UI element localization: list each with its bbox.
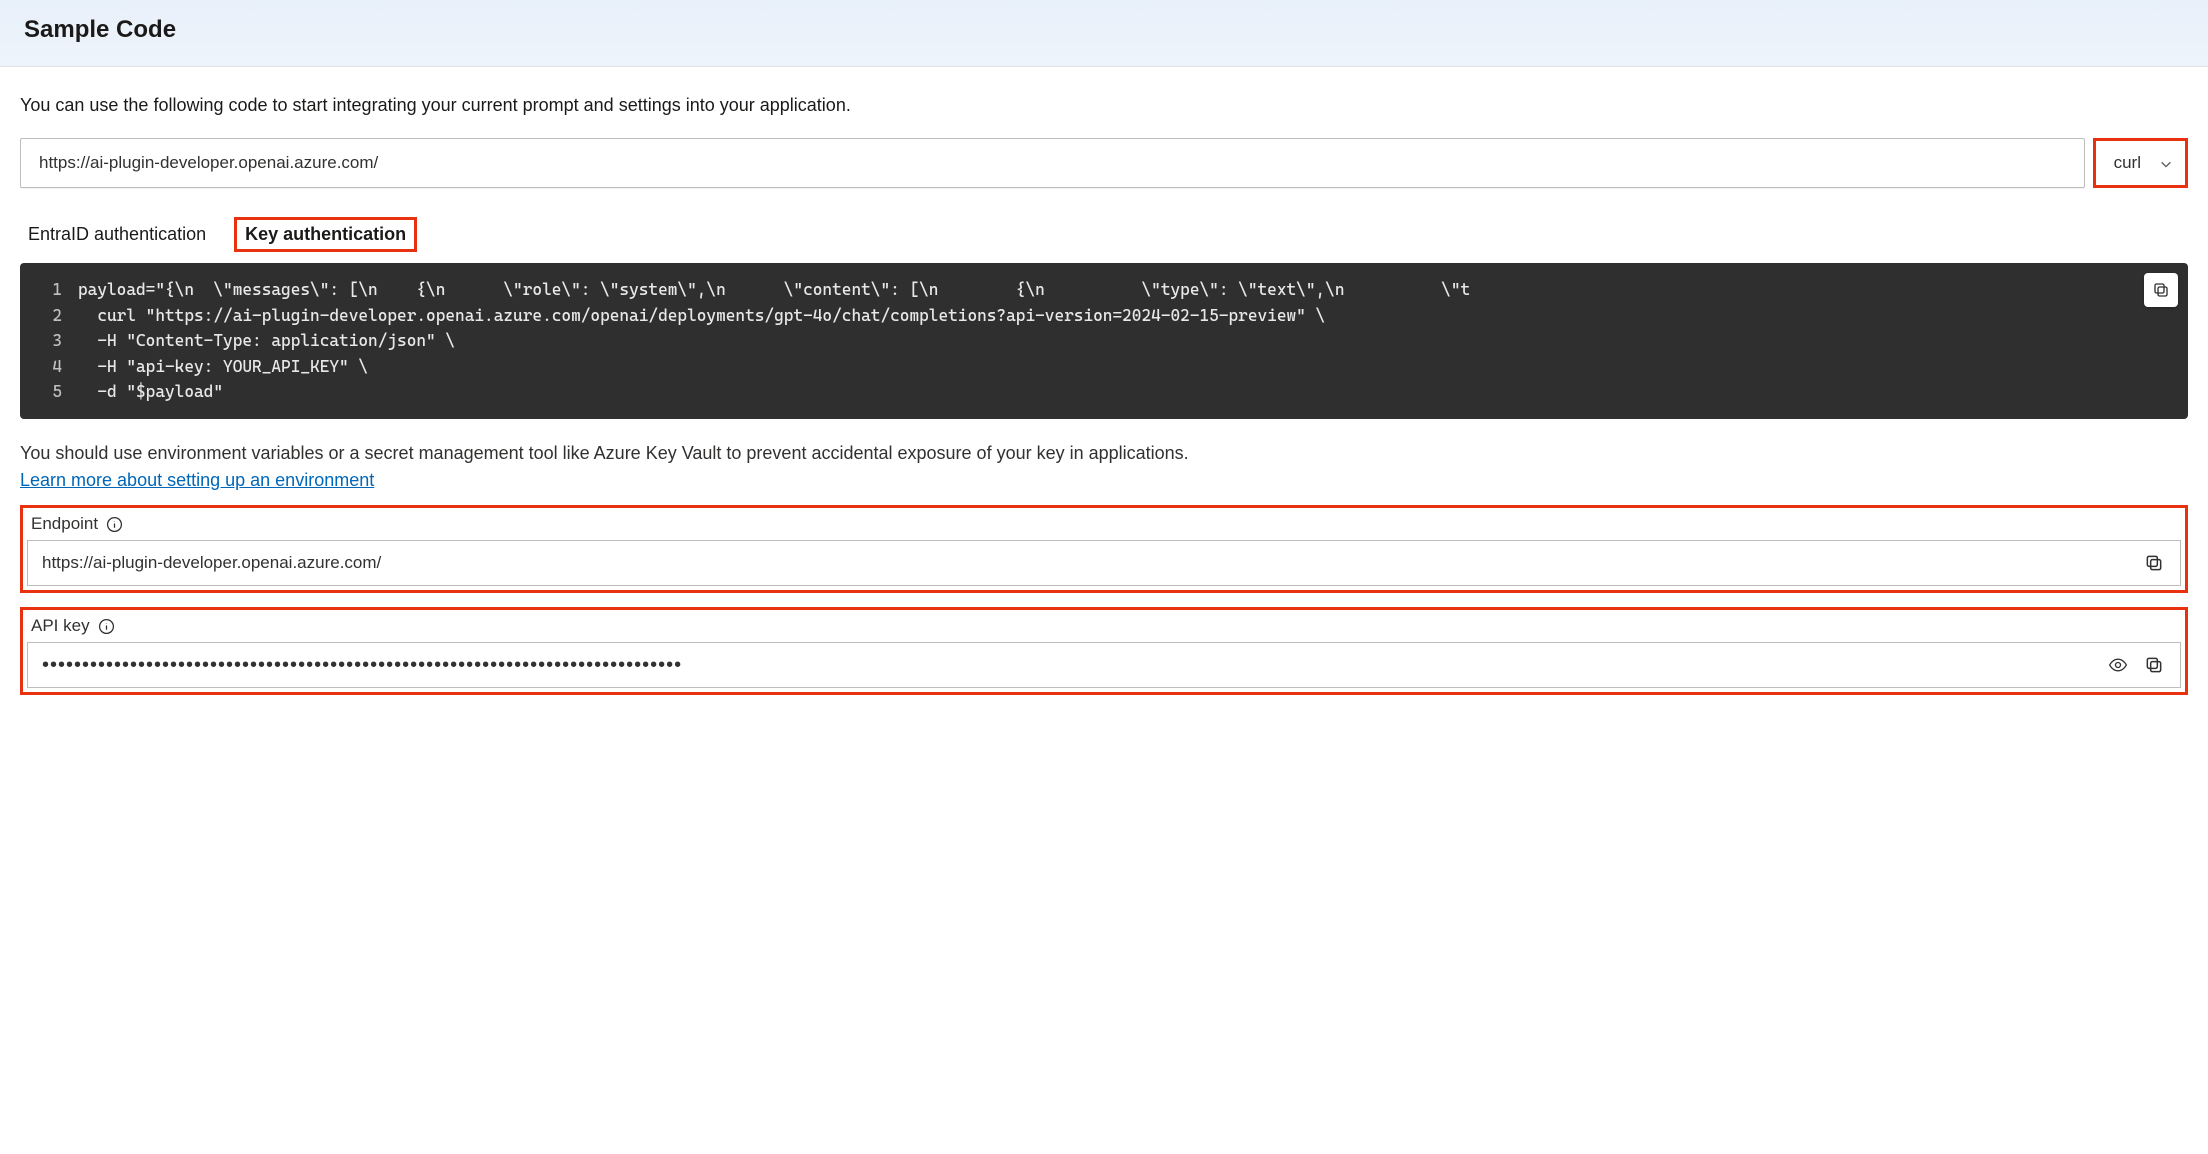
- endpoint-label-row: Endpoint: [27, 510, 2181, 540]
- tab-key-auth[interactable]: Key authentication: [234, 217, 417, 252]
- panel-title: Sample Code: [24, 16, 2184, 44]
- tab-entraid-auth[interactable]: EntraID authentication: [24, 216, 210, 253]
- copy-code-button[interactable]: [2144, 273, 2178, 307]
- endpoint-input[interactable]: [42, 553, 2130, 573]
- copy-endpoint-button[interactable]: [2142, 551, 2166, 575]
- line-number: 1: [38, 277, 62, 303]
- apikey-label: API key: [31, 616, 90, 636]
- apikey-input-row: ••••••••••••••••••••••••••••••••••••••••…: [27, 642, 2181, 688]
- endpoint-input-row: [27, 540, 2181, 586]
- code-sample: 1payload="{\n \"messages\": [\n {\n \"ro…: [20, 263, 2188, 419]
- auth-tabs: EntraID authentication Key authenticatio…: [24, 216, 2188, 253]
- code-line: payload="{\n \"messages\": [\n {\n \"rol…: [62, 277, 1470, 303]
- intro-text: You can use the following code to start …: [20, 95, 2188, 116]
- code-line: curl "https://ai-plugin-developer.openai…: [62, 303, 1325, 329]
- code-line: -H "Content-Type: application/json" \: [62, 328, 455, 354]
- apikey-field-block: API key ••••••••••••••••••••••••••••••••…: [20, 607, 2188, 695]
- apikey-input[interactable]: ••••••••••••••••••••••••••••••••••••••••…: [42, 654, 2094, 677]
- apikey-label-row: API key: [27, 612, 2181, 642]
- security-note: You should use environment variables or …: [20, 441, 2188, 466]
- code-line: -H "api-key: YOUR_API_KEY" \: [62, 354, 368, 380]
- line-number: 4: [38, 354, 62, 380]
- endpoint-label: Endpoint: [31, 514, 98, 534]
- info-icon[interactable]: [98, 618, 115, 635]
- learn-more-link[interactable]: Learn more about setting up an environme…: [20, 470, 374, 490]
- language-selected: curl: [2114, 153, 2141, 173]
- chevron-down-icon: [2159, 156, 2173, 170]
- panel-content: You can use the following code to start …: [0, 67, 2208, 695]
- info-icon[interactable]: [106, 516, 123, 533]
- line-number: 5: [38, 379, 62, 405]
- panel-header: Sample Code: [0, 0, 2208, 67]
- language-dropdown[interactable]: curl: [2093, 138, 2188, 188]
- reveal-key-button[interactable]: [2106, 653, 2130, 677]
- code-line: -d "$payload": [62, 379, 223, 405]
- endpoint-row: https://ai-plugin-developer.openai.azure…: [20, 138, 2188, 188]
- line-number: 2: [38, 303, 62, 329]
- endpoint-field-block: Endpoint: [20, 505, 2188, 593]
- endpoint-display: https://ai-plugin-developer.openai.azure…: [20, 138, 2085, 188]
- copy-key-button[interactable]: [2142, 653, 2166, 677]
- line-number: 3: [38, 328, 62, 354]
